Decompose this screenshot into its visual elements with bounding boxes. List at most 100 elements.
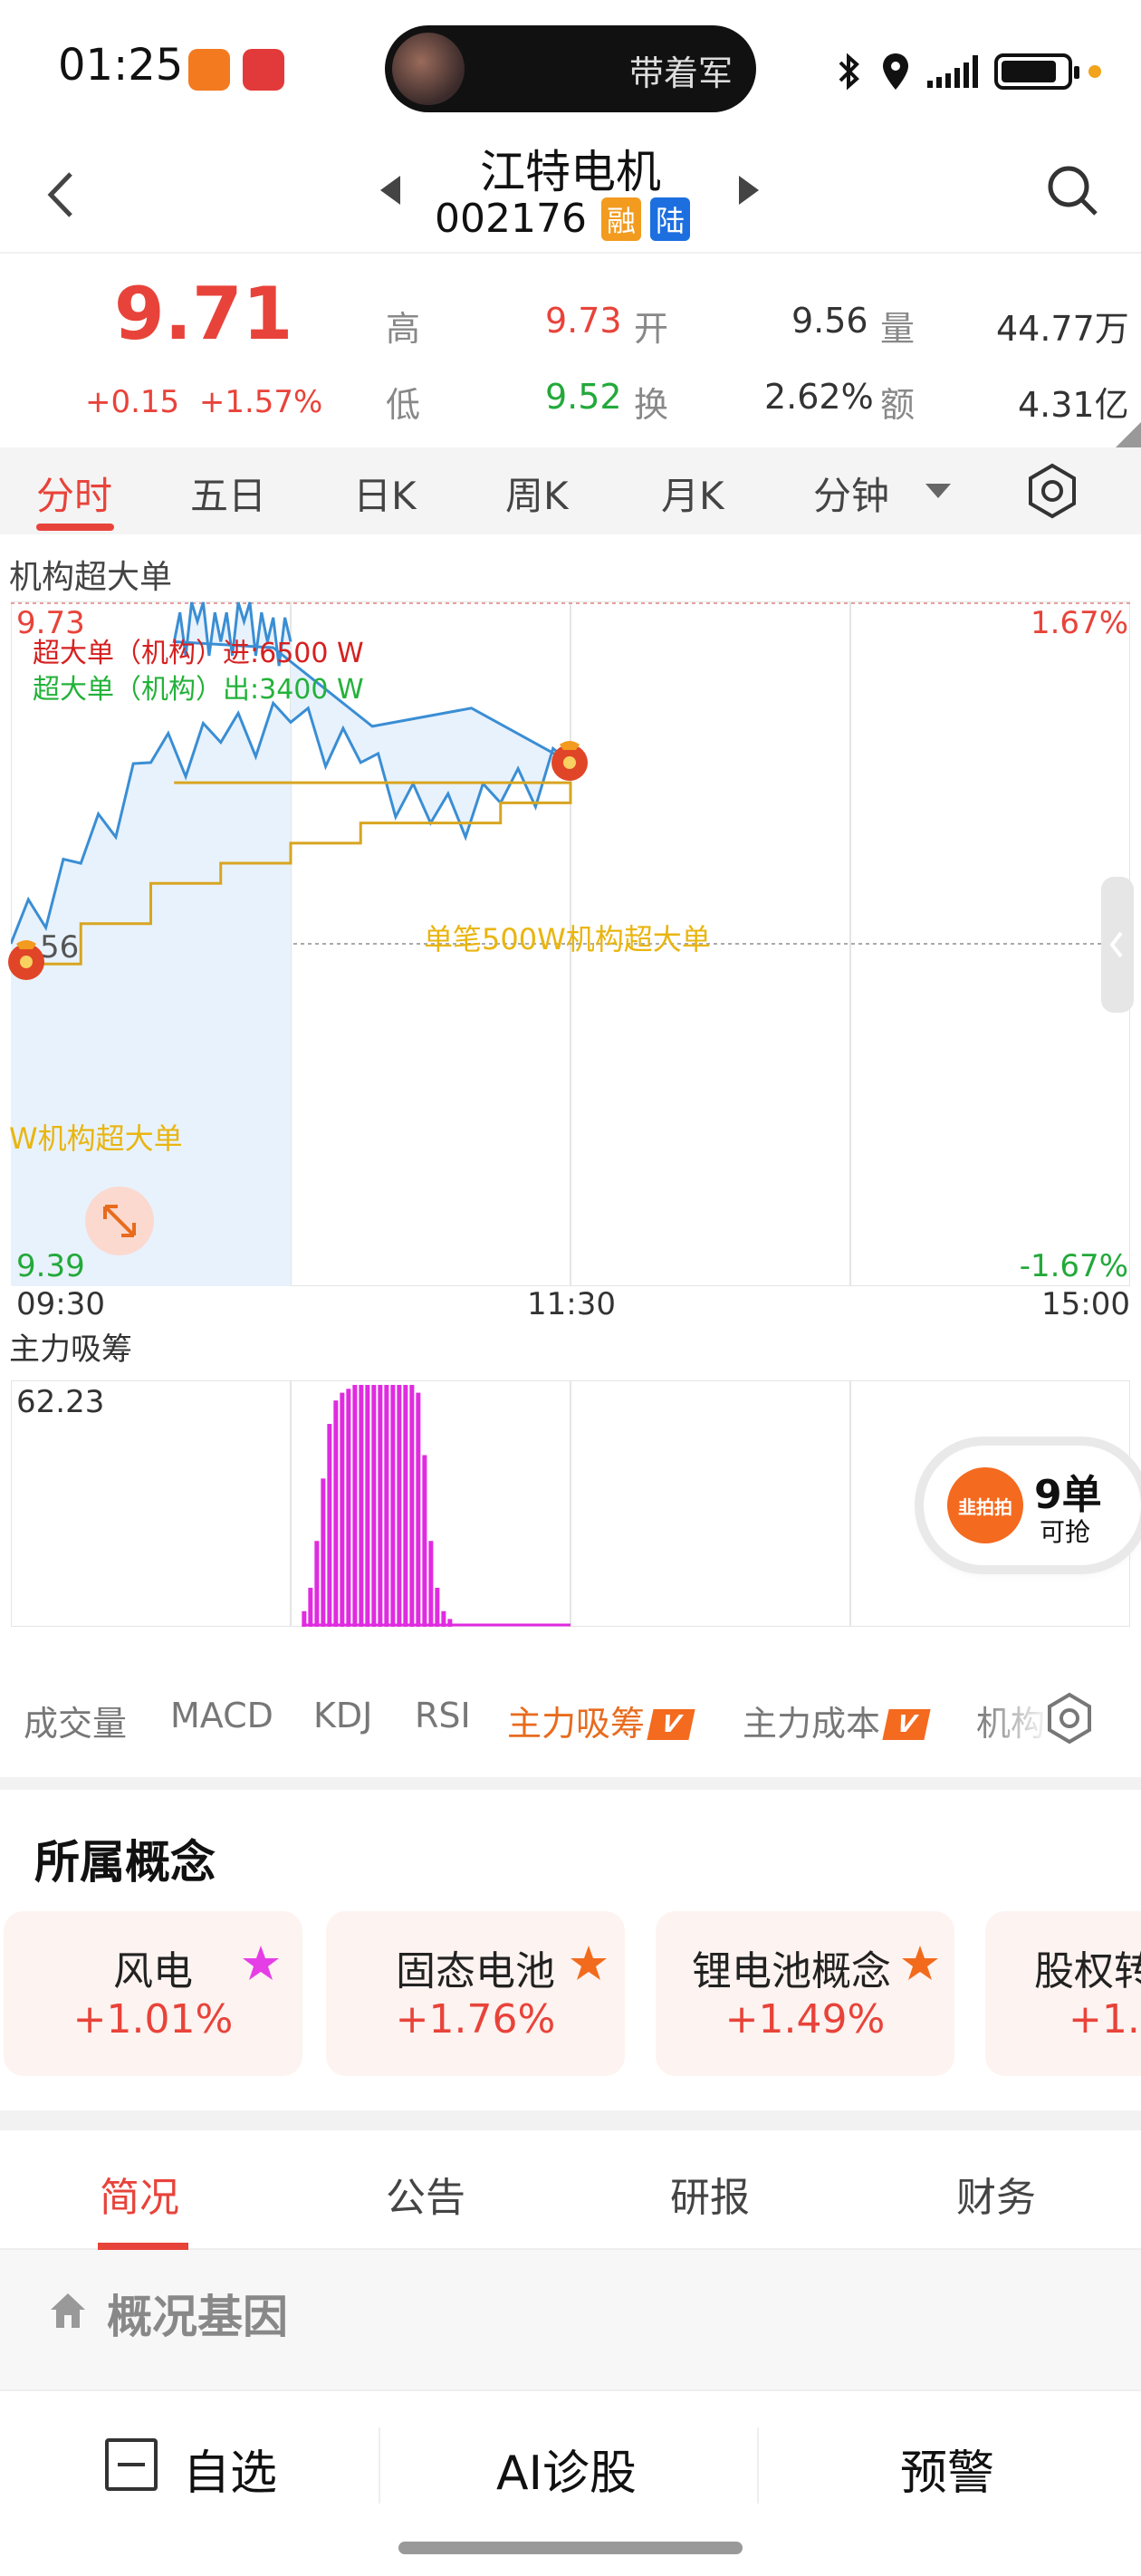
accumulation-bar	[308, 1587, 313, 1627]
tab-active-underline	[98, 2243, 188, 2250]
accumulation-bar	[384, 1384, 389, 1627]
concept-card-equity[interactable]: 股权转 +1.0	[985, 1911, 1141, 2076]
indicator-settings-icon[interactable]	[1041, 1690, 1098, 1746]
volume-value: 44.77万	[996, 309, 1129, 349]
tab-five-day[interactable]: 五日	[190, 466, 266, 521]
volume-label: 量	[880, 309, 916, 349]
red-envelope-icon-2[interactable]	[549, 735, 590, 783]
quote-panel: 9.71 +0.15 +1.57% 高 9.73 开 9.56 量 44.77万…	[0, 252, 1141, 447]
battery-icon	[994, 53, 1079, 90]
accumulation-bar	[378, 1384, 383, 1627]
accumulation-bar	[333, 1400, 339, 1627]
tab-announcements[interactable]: 公告	[386, 2165, 465, 2223]
indicator-tabs: 成交量 MACD KDJ RSI 主力吸筹V 主力成本V 机构	[0, 1687, 1141, 1746]
price-change: +0.15 +1.57%	[85, 384, 322, 420]
accumulation-bar	[321, 1478, 326, 1627]
tab-daily-k[interactable]: 日K	[353, 466, 417, 521]
accumulation-bar	[371, 1384, 377, 1627]
tab-weekly-k[interactable]: 周K	[505, 466, 569, 521]
side-drawer-handle[interactable]	[1101, 877, 1134, 1013]
expand-corner-icon[interactable]	[1116, 422, 1141, 447]
recording-dot-icon	[1088, 65, 1101, 78]
concept-change: +1.0	[1069, 1996, 1141, 2043]
home-icon	[51, 2293, 85, 2328]
app-notification-icon	[188, 49, 230, 91]
indicator-cost[interactable]: 主力成本 V	[743, 1696, 931, 1745]
stock-name: 江特电机	[480, 146, 661, 198]
clock: 01:25	[58, 40, 184, 91]
amount-label: 额	[880, 385, 916, 425]
star-icon	[902, 1946, 938, 1980]
red-envelope-icon[interactable]	[5, 935, 47, 982]
stock-header: 江特电机 002176 融 陆	[0, 136, 1141, 252]
turnover-value: 2.62%	[764, 377, 874, 417]
status-bar: 01:25 带着军	[0, 0, 1141, 136]
concept-name: 股权转	[1034, 1948, 1141, 1994]
tab-research[interactable]: 研报	[670, 2165, 750, 2223]
expand-chart-button[interactable]	[85, 1187, 154, 1255]
accumulation-bar	[422, 1455, 427, 1627]
indicator-accumulation[interactable]: 主力吸筹 V	[507, 1696, 695, 1745]
alert-button[interactable]: 预警	[900, 2435, 994, 2503]
indicator-kdj[interactable]: KDJ	[313, 1696, 372, 1735]
current-price: 9.71	[114, 272, 293, 356]
concept-change: +1.76%	[395, 1996, 556, 2043]
accumulation-bar	[365, 1384, 370, 1627]
tab-active-underline	[36, 524, 114, 531]
high-label: 高	[386, 309, 421, 349]
inflow-annotation: 超大单（机构）进:6500 W	[33, 638, 364, 669]
indicator-accumulation-label: 主力吸筹	[507, 1704, 646, 1744]
action-divider-2	[757, 2427, 759, 2504]
dynamic-island-music[interactable]: 带着军	[385, 25, 756, 112]
accumulation-bar	[359, 1384, 364, 1627]
indicator-volume[interactable]: 成交量	[24, 1696, 127, 1745]
pct-bottom-label: -1.67%	[1019, 1248, 1128, 1284]
album-art-icon	[392, 33, 465, 105]
location-icon	[883, 53, 908, 90]
chart-title: 机构超大单	[9, 559, 173, 596]
ai-diagnosis-button[interactable]: AI诊股	[496, 2435, 637, 2503]
chart-period-tabs: 分时 五日 日K 周K 月K 分钟	[0, 447, 1141, 534]
watchlist-button[interactable]: 自选	[183, 2435, 277, 2503]
accumulation-bar	[340, 1392, 345, 1627]
accumulation-bar	[416, 1392, 421, 1627]
accumulation-bar	[397, 1384, 402, 1627]
chevron-down-icon[interactable]	[925, 484, 951, 498]
margin-tag: 融	[600, 197, 641, 241]
signal-icon	[927, 55, 978, 88]
divider-2	[0, 2110, 1141, 2130]
indicator-macd[interactable]: MACD	[170, 1696, 273, 1735]
sub-chart-title: 主力吸筹	[9, 1331, 132, 1368]
chart-settings-icon[interactable]	[1021, 460, 1083, 522]
action-divider	[379, 2427, 380, 2504]
next-stock-button[interactable]	[737, 174, 761, 207]
concept-card-solid-battery[interactable]: 固态电池 +1.76%	[326, 1911, 625, 2076]
vip-badge: V	[647, 1709, 695, 1740]
change-percent: +1.57%	[198, 384, 323, 420]
tab-minute[interactable]: 分钟	[813, 466, 889, 521]
watchlist-icon[interactable]	[105, 2438, 158, 2491]
home-indicator[interactable]	[398, 2542, 743, 2554]
concept-card-wind[interactable]: 风电 +1.01%	[4, 1911, 302, 2076]
low-label: 低	[386, 385, 421, 425]
grab-logo-icon: 韭拍拍	[947, 1467, 1023, 1543]
accumulation-bar	[403, 1384, 408, 1627]
star-icon	[243, 1946, 279, 1980]
outflow-annotation: 超大单（机构）出:3400 W	[33, 674, 364, 706]
tab-intraday[interactable]: 分时	[36, 466, 112, 521]
indicator-rsi[interactable]: RSI	[415, 1696, 471, 1735]
concept-change: +1.49%	[724, 1996, 886, 2043]
tab-overview[interactable]: 简况	[100, 2165, 179, 2223]
amount-value: 4.31亿	[1018, 385, 1129, 425]
tab-monthly-k[interactable]: 月K	[661, 466, 724, 521]
grab-count: 9单	[1034, 1472, 1102, 1518]
grab-orders-badge[interactable]: 韭拍拍 9单 可抢	[924, 1446, 1141, 1565]
grab-label: 可抢	[1040, 1517, 1091, 1547]
concept-card-lithium[interactable]: 锂电池概念 +1.49%	[656, 1911, 954, 2076]
bottom-action-bar: 自选 AI诊股 预警	[0, 2389, 1141, 2534]
accumulation-bar	[409, 1384, 415, 1627]
gene-title: 概况基因	[107, 2291, 288, 2343]
search-icon[interactable]	[1041, 159, 1105, 223]
overview-gene-section[interactable]: 概况基因	[0, 2250, 1141, 2389]
tab-financials[interactable]: 财务	[956, 2165, 1036, 2223]
